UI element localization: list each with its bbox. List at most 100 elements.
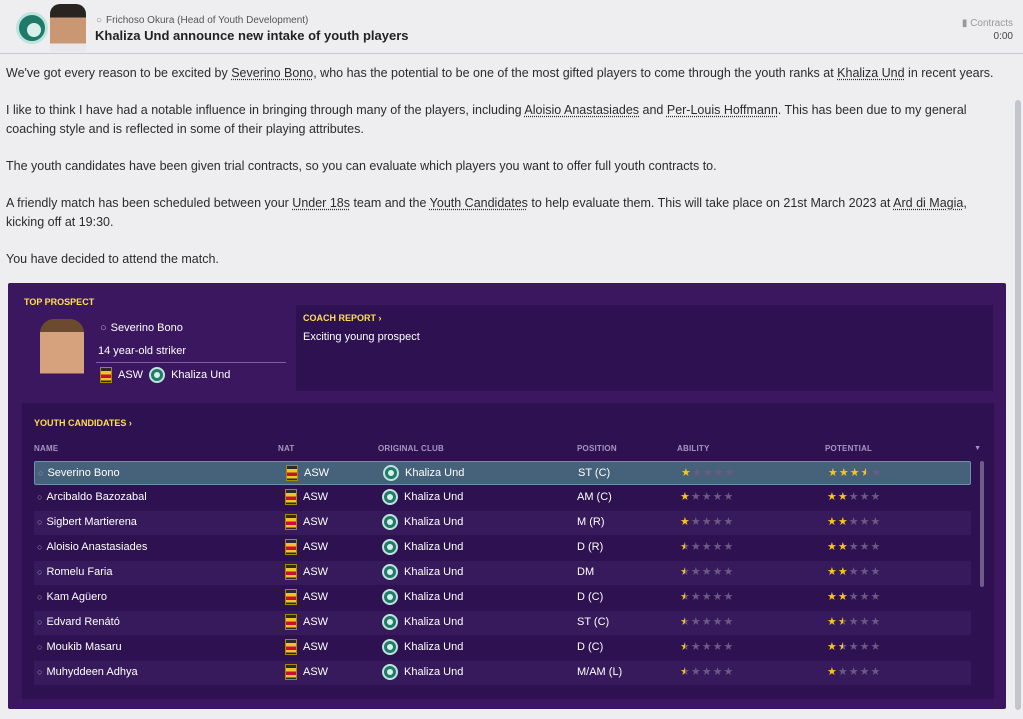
original-club[interactable]: Khaliza Und	[405, 467, 464, 479]
column-header-nat[interactable]: NAT	[278, 444, 294, 453]
nationality-cell[interactable]: ASW	[285, 539, 328, 555]
nationality[interactable]: ASW	[303, 491, 328, 503]
player-name[interactable]: Moukib Masaru	[46, 641, 121, 653]
original-club[interactable]: Khaliza Und	[404, 616, 463, 628]
coach-report-link[interactable]: COACH REPORT ›	[303, 313, 382, 323]
column-header-potential[interactable]: POTENTIAL	[825, 444, 872, 453]
page-scrollbar[interactable]	[1015, 100, 1021, 710]
star-icon: ★	[837, 566, 848, 578]
nationality-cell[interactable]: ASW	[286, 465, 329, 481]
club-link[interactable]: Khaliza Und	[837, 66, 904, 80]
table-row[interactable]: ○ Aloisio Anastasiades ASW Khaliza Und D (R)…	[34, 536, 971, 560]
star-icon: ★	[680, 616, 690, 628]
player-name[interactable]: Aloisio Anastasiades	[46, 541, 147, 553]
club-cell[interactable]: Khaliza Und	[382, 614, 463, 630]
club-badge-icon[interactable]	[16, 12, 48, 44]
sender-name[interactable]: Frichoso Okura (Head of Youth Developmen…	[106, 15, 308, 26]
team-link[interactable]: Under 18s	[292, 196, 350, 210]
club-cell[interactable]: Khaliza Und	[382, 589, 463, 605]
club-cell[interactable]: Khaliza Und	[382, 639, 463, 655]
nationality[interactable]: ASW	[303, 641, 328, 653]
nationality[interactable]: ASW	[303, 666, 328, 678]
player-link[interactable]: Per-Louis Hoffmann	[667, 103, 778, 117]
divider	[96, 362, 286, 363]
nationality[interactable]: ASW	[303, 591, 328, 603]
club-cell[interactable]: Khaliza Und	[382, 489, 463, 505]
table-row[interactable]: ○ Moukib Masaru ASW Khaliza Und D (C) ★ ★ ★ ★ ★ ★ ★…	[34, 636, 971, 660]
star-icon: ★	[723, 591, 734, 603]
player-link[interactable]: Severino Bono	[231, 66, 313, 80]
sender-avatar[interactable]	[50, 4, 86, 52]
club-cell[interactable]: Khaliza Und	[382, 564, 463, 580]
original-club[interactable]: Khaliza Und	[404, 591, 463, 603]
prospect-name[interactable]: Severino Bono	[111, 322, 183, 334]
player-name-cell[interactable]: ○ Moukib Masaru	[37, 641, 122, 653]
stadium-link[interactable]: Ard di Magia	[893, 196, 963, 210]
prospect-club[interactable]: Khaliza Und	[171, 369, 230, 381]
nationality-cell[interactable]: ASW	[285, 614, 328, 630]
star-icon: ★	[723, 616, 734, 628]
player-name-cell[interactable]: ○ Muhyddeen Adhya	[37, 666, 138, 678]
table-row[interactable]: ○ Muhyddeen Adhya ASW Khaliza Und M/AM (L) ★ ★…	[34, 661, 971, 685]
player-name-cell[interactable]: ○ Romelu Faria	[37, 566, 112, 578]
player-name-cell[interactable]: ○ Edvard Renátó	[37, 616, 120, 628]
team-link[interactable]: Youth Candidates	[430, 196, 528, 210]
table-row[interactable]: ○ Severino Bono ASW Khaliza Und ST (C) ★ ★ ★ ★ ★ ★…	[34, 461, 971, 485]
club-cell[interactable]: Khaliza Und	[383, 465, 464, 481]
player-name[interactable]: Sigbert Martierena	[46, 516, 137, 528]
original-club[interactable]: Khaliza Und	[404, 641, 463, 653]
ability-stars: ★ ★ ★ ★ ★	[680, 640, 734, 654]
original-club[interactable]: Khaliza Und	[404, 541, 463, 553]
table-row[interactable]: ○ Edvard Renátó ASW Khaliza Und ST (C) ★ ★ ★ ★ ★ ★…	[34, 611, 971, 635]
column-header-ability[interactable]: ABILITY	[677, 444, 710, 453]
nationality[interactable]: ASW	[303, 541, 328, 553]
nationality-cell[interactable]: ASW	[285, 664, 328, 680]
player-name[interactable]: Muhyddeen Adhya	[46, 666, 137, 678]
club-badge-icon	[382, 614, 398, 630]
original-club[interactable]: Khaliza Und	[404, 566, 463, 578]
table-row[interactable]: ○ Kam Agüero ASW Khaliza Und D (C) ★ ★ ★ ★ ★ ★ ★ ★ ★ ★	[34, 586, 971, 610]
nationality[interactable]: ASW	[303, 566, 328, 578]
nationality-cell[interactable]: ASW	[285, 564, 328, 580]
player-name-cell[interactable]: ○ Kam Agüero	[37, 591, 107, 603]
player-name-cell[interactable]: ○ Arcibaldo Bazozabal	[37, 491, 147, 503]
nationality-cell[interactable]: ASW	[285, 489, 328, 505]
column-header-position[interactable]: POSITION	[577, 444, 617, 453]
original-club[interactable]: Khaliza Und	[404, 666, 463, 678]
club-cell[interactable]: Khaliza Und	[382, 514, 463, 530]
player-name-cell[interactable]: ○ Severino Bono	[38, 467, 120, 479]
original-club[interactable]: Khaliza Und	[404, 491, 463, 503]
player-name[interactable]: Severino Bono	[47, 467, 119, 479]
column-header-club[interactable]: ORIGINAL CLUB	[378, 444, 444, 453]
table-row[interactable]: ○ Arcibaldo Bazozabal ASW Khaliza Und AM (C)…	[34, 486, 971, 510]
prospect-nat[interactable]: ASW	[118, 369, 143, 381]
player-name[interactable]: Arcibaldo Bazozabal	[46, 491, 146, 503]
original-club[interactable]: Khaliza Und	[404, 516, 463, 528]
table-row[interactable]: ○ Sigbert Martierena ASW Khaliza Und M (R) ★ ★…	[34, 511, 971, 535]
player-name[interactable]: Romelu Faria	[46, 566, 112, 578]
club-cell[interactable]: Khaliza Und	[382, 539, 463, 555]
club-badge-icon	[382, 564, 398, 580]
prospect-name-line[interactable]: ○ Severino Bono	[100, 322, 183, 334]
star-icon: ★	[838, 467, 849, 479]
youth-candidates-link[interactable]: YOUTH CANDIDATES ›	[34, 418, 132, 428]
nationality-cell[interactable]: ASW	[285, 639, 328, 655]
player-link[interactable]: Aloisio Anastasiades	[524, 103, 639, 117]
nationality-cell[interactable]: ASW	[285, 589, 328, 605]
player-name-cell[interactable]: ○ Sigbert Martierena	[37, 516, 137, 528]
nationality[interactable]: ASW	[304, 467, 329, 479]
table-row[interactable]: ○ Romelu Faria ASW Khaliza Und DM ★ ★ ★ ★ ★ ★ ★ ★ ★ ★	[34, 561, 971, 585]
player-name[interactable]: Edvard Renátó	[46, 616, 119, 628]
nationality[interactable]: ASW	[303, 616, 328, 628]
table-scrollbar[interactable]	[980, 461, 984, 587]
player-name[interactable]: Kam Agüero	[46, 591, 107, 603]
prospect-face-image[interactable]	[40, 319, 84, 383]
nationality[interactable]: ASW	[303, 516, 328, 528]
sort-dropdown-icon[interactable]: ▼	[974, 445, 981, 452]
club-cell[interactable]: Khaliza Und	[382, 664, 463, 680]
nationality-cell[interactable]: ASW	[285, 514, 328, 530]
ability-stars: ★ ★ ★ ★ ★	[680, 590, 734, 604]
player-name-cell[interactable]: ○ Aloisio Anastasiades	[37, 541, 147, 553]
position-cell: DM	[577, 566, 595, 578]
column-header-name[interactable]: NAME	[34, 444, 58, 453]
